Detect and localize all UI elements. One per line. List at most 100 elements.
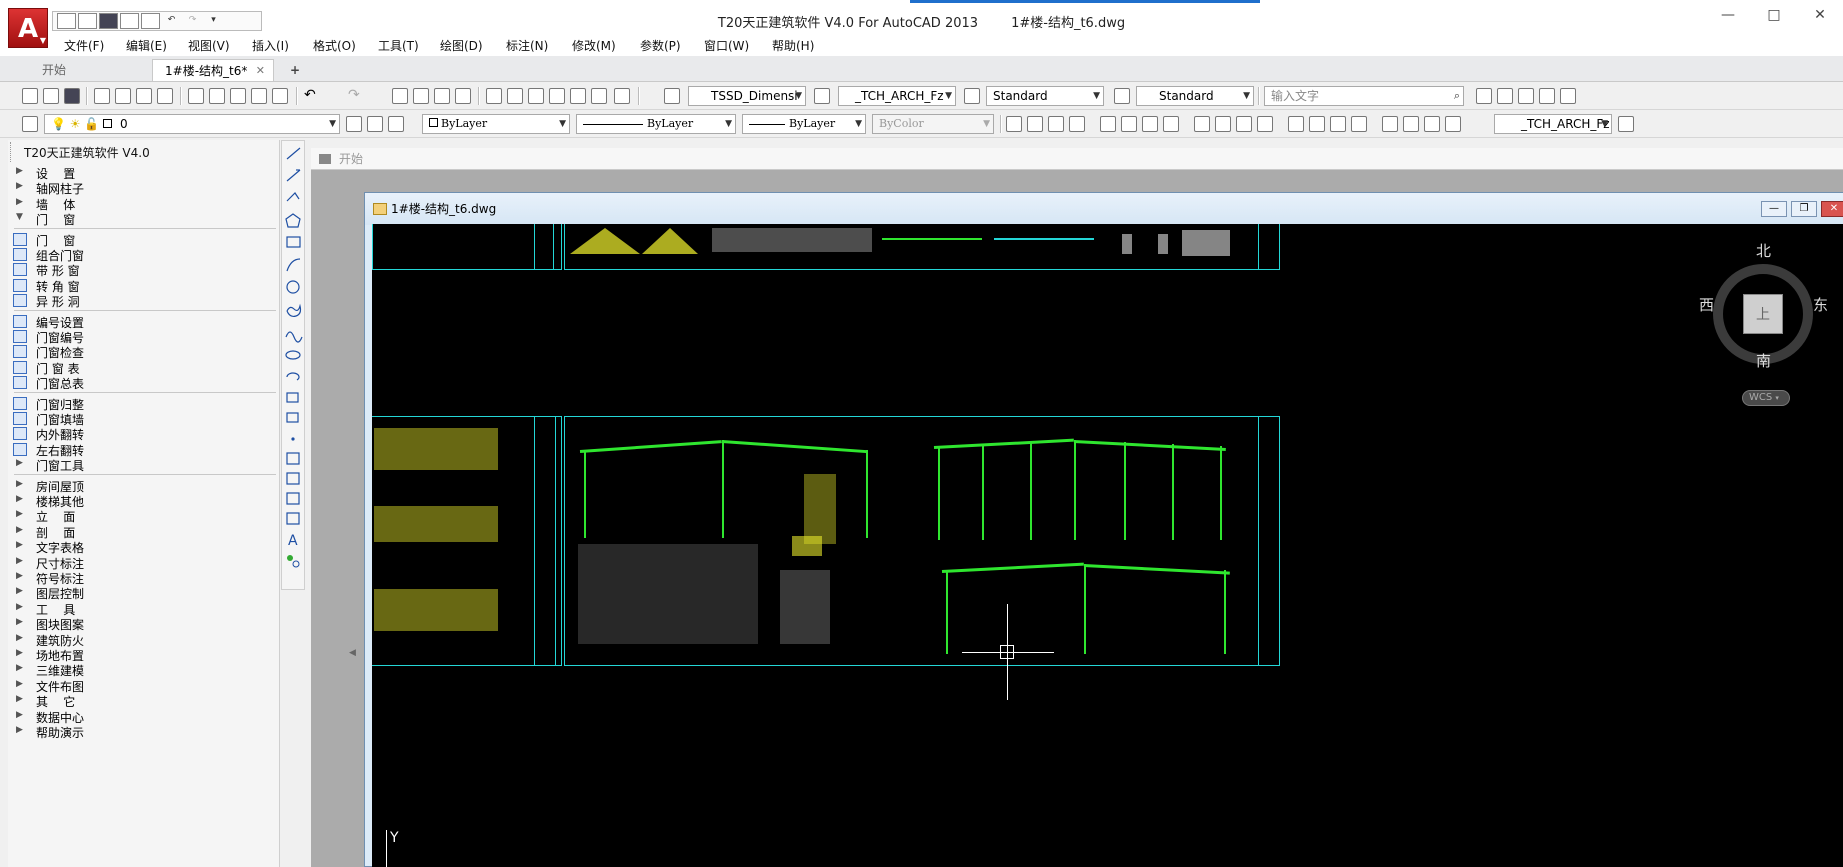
customize-qa-icon[interactable]: ▾ [204, 13, 223, 29]
match-properties-icon[interactable] [251, 88, 267, 104]
panel-item-3[interactable]: ▼ 门 窗 [8, 210, 278, 228]
color-select[interactable]: ByLayer ▼ [422, 114, 570, 134]
polygon-icon[interactable] [285, 213, 301, 228]
layer-manager-icon[interactable] [22, 116, 38, 132]
compass-west[interactable]: 西 [1699, 294, 1714, 315]
layer-state-icon[interactable] [388, 116, 404, 132]
dim-update-icon[interactable] [1424, 116, 1440, 132]
line-icon[interactable] [286, 147, 301, 160]
compass-north[interactable]: 北 [1756, 240, 1771, 261]
dim-radius-icon[interactable] [1539, 88, 1555, 104]
wcs-menu[interactable]: WCS ▾ [1742, 390, 1790, 406]
design-center-icon[interactable] [507, 88, 523, 104]
adjust-tool-4[interactable]: ▶ 门窗工具 [8, 456, 278, 474]
zoom-window-icon[interactable] [434, 88, 450, 104]
region-icon[interactable] [286, 492, 300, 505]
dim-space-icon[interactable] [1257, 116, 1273, 132]
jogged-linear-icon[interactable] [1351, 116, 1367, 132]
dim-angular-icon[interactable] [1518, 88, 1534, 104]
viewcube-top-face[interactable]: 上 [1743, 294, 1783, 334]
save-as-icon[interactable] [120, 13, 139, 29]
gradient-icon[interactable] [286, 472, 300, 485]
markup-icon[interactable] [570, 88, 586, 104]
menu-modify[interactable]: 修改(M) [572, 37, 616, 54]
model-space-canvas[interactable]: Y [372, 224, 1843, 867]
text-style-icon[interactable] [664, 88, 680, 104]
table-style-select[interactable]: Standard ▼ [986, 86, 1104, 106]
qnew-icon[interactable] [22, 88, 38, 104]
circle-icon[interactable] [286, 280, 300, 294]
collapse-arrow-icon[interactable]: ◀ [349, 648, 356, 658]
dim-angular-tool-icon[interactable] [1163, 116, 1179, 132]
linetype-select[interactable]: ByLayer ▼ [576, 114, 736, 134]
open-file-icon[interactable] [43, 88, 59, 104]
plot-icon[interactable] [94, 88, 110, 104]
dim-continue-icon[interactable] [1236, 116, 1252, 132]
publish-icon[interactable] [136, 88, 152, 104]
dimstyle-manager-icon[interactable] [1618, 116, 1634, 132]
zoom-previous-icon[interactable] [455, 88, 471, 104]
pan-icon[interactable] [392, 88, 408, 104]
dim-linear-icon[interactable] [1476, 88, 1492, 104]
dim-style-select[interactable]: _TCH_ARCH_Fz ▼ [838, 86, 956, 106]
menu-draw[interactable]: 绘图(D) [440, 37, 483, 54]
dim-linear-tool-icon[interactable] [1006, 116, 1022, 132]
doc-minimize-button[interactable]: — [1761, 201, 1787, 217]
panel-category-16[interactable]: ▶ 帮助演示 [8, 723, 278, 741]
numbering-tool-4[interactable]: 门窗总表 [8, 374, 278, 392]
plot-preview-icon[interactable] [115, 88, 131, 104]
menu-help[interactable]: 帮助(H) [772, 37, 814, 54]
table-icon[interactable] [286, 512, 300, 525]
table-style-icon[interactable] [964, 88, 980, 104]
dim-style-icon[interactable] [814, 88, 830, 104]
polyline-icon[interactable] [286, 192, 300, 202]
menu-file[interactable]: 文件(F) [64, 37, 104, 54]
close-button[interactable]: ✕ [1797, 7, 1843, 23]
undo-tool-icon[interactable]: ↶ [304, 88, 320, 104]
dim-aligned-icon[interactable] [1497, 88, 1513, 104]
menu-edit[interactable]: 编辑(E) [126, 37, 167, 54]
menu-view[interactable]: 视图(V) [188, 37, 230, 54]
new-icon[interactable] [57, 13, 76, 29]
dim-override-icon[interactable] [1445, 116, 1461, 132]
copy-icon[interactable] [209, 88, 225, 104]
properties-icon[interactable] [486, 88, 502, 104]
center-mark-icon[interactable] [1309, 116, 1325, 132]
redo-tool-icon[interactable]: ↷ [348, 88, 364, 104]
paste-icon[interactable] [230, 88, 246, 104]
quick-dim-icon[interactable] [1194, 116, 1210, 132]
save-icon[interactable] [99, 13, 118, 29]
3d-print-icon[interactable] [157, 88, 173, 104]
ellipse-icon[interactable] [285, 350, 301, 360]
menu-window[interactable]: 窗口(W) [704, 37, 749, 54]
search-icon[interactable]: ⌕ [1454, 87, 1460, 105]
viewcube[interactable]: 上 北 南 东 西 [1699, 242, 1828, 371]
spline-icon[interactable] [285, 331, 303, 343]
undo-icon[interactable]: ↶ [162, 13, 181, 29]
calculator-icon[interactable] [591, 88, 607, 104]
layer-previous-icon[interactable] [367, 116, 383, 132]
dim-aligned-tool-icon[interactable] [1027, 116, 1043, 132]
add-selected-icon[interactable] [287, 555, 293, 561]
compass-south[interactable]: 南 [1756, 350, 1771, 371]
dim-jogged-icon[interactable] [1121, 116, 1137, 132]
block-editor-icon[interactable] [272, 88, 288, 104]
compass-east[interactable]: 东 [1813, 294, 1828, 315]
dim-arc-icon[interactable] [1048, 116, 1064, 132]
dim-diameter-tool-icon[interactable] [1142, 116, 1158, 132]
ellipse-arc-icon[interactable] [286, 372, 300, 381]
dim-baseline-icon[interactable] [1215, 116, 1231, 132]
close-tab-icon[interactable]: ✕ [256, 60, 265, 82]
menu-tools[interactable]: 工具(T) [378, 37, 419, 54]
dim-ordinate-icon[interactable] [1069, 116, 1085, 132]
dim-diameter-icon[interactable] [1560, 88, 1576, 104]
revcloud-icon[interactable] [286, 303, 302, 318]
print-icon[interactable] [141, 13, 160, 29]
search-input[interactable]: 输入文字 ⌕ [1264, 86, 1464, 106]
cut-icon[interactable] [188, 88, 204, 104]
dim-edit-icon[interactable] [1382, 116, 1398, 132]
tolerance-icon[interactable] [1288, 116, 1304, 132]
mdi-start-bar[interactable]: 开始 [311, 148, 1843, 170]
make-block-icon[interactable] [286, 412, 299, 423]
menu-format[interactable]: 格式(O) [313, 37, 356, 54]
